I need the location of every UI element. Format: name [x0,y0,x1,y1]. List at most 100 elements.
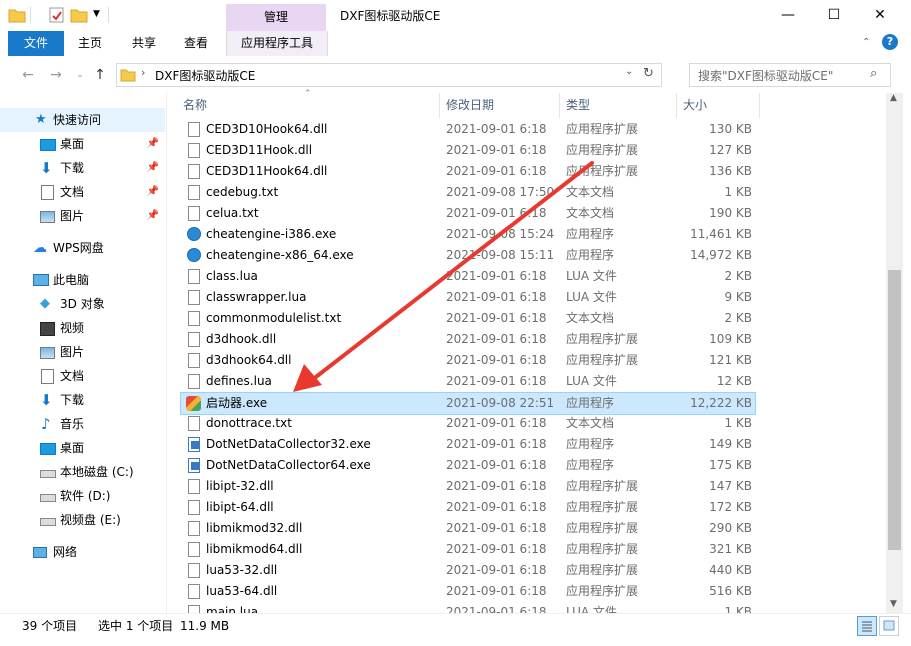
pin-icon[interactable]: 📌 [147,180,159,204]
nav-item-videos[interactable]: 视频 [0,316,165,340]
nav-item-label: 文档 [60,369,85,383]
nav-item-downloads-2[interactable]: ⬇ 下载 [0,388,165,412]
file-row[interactable]: 启动器.exe 2021-09-08 22:51 应用程序 12,222 KB [180,392,756,415]
file-row[interactable]: cedebug.txt 2021-09-08 17:50 文本文档 1 KB [181,182,755,203]
file-row[interactable]: defines.lua 2021-09-01 6:18 LUA 文件 12 KB [181,371,755,392]
nav-item-drive-d[interactable]: 软件 (D:) [0,484,165,508]
large-icons-view-button[interactable] [879,616,899,636]
scroll-up-icon[interactable]: ▲ [890,93,897,103]
nav-item-drive-c[interactable]: 本地磁盘 (C:) [0,460,165,484]
file-size: 136 KB [709,164,752,178]
pin-icon[interactable]: 📌 [147,132,159,156]
nav-item-wps-cloud[interactable]: ☁ WPS网盘 [0,236,165,260]
file-row[interactable]: donottrace.txt 2021-09-01 6:18 文本文档 1 KB [181,413,755,434]
text-file-icon [188,416,200,431]
close-button[interactable]: ✕ [857,0,903,31]
dll-file-icon [188,353,200,368]
file-row[interactable]: DotNetDataCollector64.exe 2021-09-01 6:18… [181,455,755,476]
help-icon[interactable]: ? [882,34,898,50]
column-header-name[interactable]: 名称 [177,93,440,118]
scroll-down-icon[interactable]: ▼ [890,599,897,609]
nav-item-network[interactable]: 网络 [0,540,165,564]
file-date: 2021-09-08 15:11 [446,248,555,262]
column-header-row: ⌃ 名称 修改日期 类型 大小 [177,89,777,118]
nav-item-pictures-2[interactable]: 图片 [0,340,165,364]
nav-item-this-pc[interactable]: 此电脑 [0,268,165,292]
nav-item-drive-e[interactable]: 视频盘 (E:) [0,508,165,532]
pin-icon[interactable]: 📌 [147,156,159,180]
pin-icon[interactable]: 📌 [147,204,159,228]
nav-item-music[interactable]: ♪ 音乐 [0,412,165,436]
tab-file[interactable]: 文件 [8,31,64,56]
search-input[interactable]: 搜索"DXF图标驱动版CE" [698,67,833,84]
file-type: 应用程序扩展 [566,584,639,598]
column-header-date[interactable]: 修改日期 [440,93,560,118]
maximize-button[interactable]: ☐ [811,0,857,31]
pictures-icon [40,347,55,359]
file-row[interactable]: cheatengine-i386.exe 2021-09-08 15:24 应用程序… [181,224,755,245]
nav-item-pictures[interactable]: 图片 📌 [0,204,165,228]
nav-item-documents[interactable]: 文档 📌 [0,180,165,204]
nav-item-label: 下载 [60,161,85,175]
documents-icon [41,185,54,200]
file-row[interactable]: classwrapper.lua 2021-09-01 6:18 LUA 文件 9 K… [181,287,755,308]
file-row[interactable]: class.lua 2021-09-01 6:18 LUA 文件 2 KB [181,266,755,287]
tab-app-tools[interactable]: 应用程序工具 [226,31,328,56]
tab-share[interactable]: 共享 [124,31,164,56]
address-dropdown-icon[interactable]: ⌄ [625,66,633,77]
scrollbar-thumb[interactable] [888,270,901,550]
nav-item-desktop[interactable]: 桌面 📌 [0,132,165,156]
breadcrumb[interactable]: DXF图标驱动版CE [155,67,255,84]
details-view-button[interactable] [857,616,877,636]
file-row[interactable]: lua53-32.dll 2021-09-01 6:18 应用程序扩展 440 KB [181,560,755,581]
file-row[interactable]: DotNetDataCollector32.exe 2021-09-01 6:18… [181,434,755,455]
chevron-down-icon[interactable]: ▼ [93,9,100,19]
column-header-type[interactable]: 类型 [560,93,677,118]
file-type: 文本文档 [566,416,615,430]
star-icon: ★ [35,112,47,127]
up-arrow-icon[interactable]: ↑ [90,66,110,84]
file-row[interactable]: commonmodulelist.txt 2021-09-01 6:18 文本文档 2… [181,308,755,329]
nav-item-3d-objects[interactable]: ◆ 3D 对象 [0,292,165,316]
file-date: 2021-09-01 6:18 [446,206,547,220]
nav-item-documents-2[interactable]: 文档 [0,364,165,388]
file-row[interactable]: CED3D11Hook.dll 2021-09-01 6:18 应用程序扩展 127 … [181,140,755,161]
file-row[interactable]: d3dhook.dll 2021-09-01 6:18 应用程序扩展 109 KB [181,329,755,350]
file-row[interactable]: CED3D11Hook64.dll 2021-09-01 6:18 应用程序扩展 13… [181,161,755,182]
minimize-button[interactable]: — [765,0,811,31]
recent-locations-icon[interactable]: ⌄ [70,66,90,84]
nav-item-desktop-2[interactable]: 桌面 [0,436,165,460]
search-icon[interactable]: ⌕ [870,66,877,81]
tab-home[interactable]: 主页 [70,31,110,56]
file-row[interactable]: libipt-64.dll 2021-09-01 6:18 应用程序扩展 172 KB [181,497,755,518]
folder-icon[interactable] [8,7,26,23]
file-row[interactable]: lua53-64.dll 2021-09-01 6:18 应用程序扩展 516 KB [181,581,755,602]
separator [30,7,31,23]
file-row[interactable]: d3dhook64.dll 2021-09-01 6:18 应用程序扩展 121 KB [181,350,755,371]
selection-size: 11.9 MB [180,619,230,633]
file-row[interactable]: libmikmod64.dll 2021-09-01 6:18 应用程序扩展 321 … [181,539,755,560]
forward-arrow-icon[interactable]: → [46,66,66,84]
nav-item-quick-access[interactable]: ★ 快速访问 [0,108,165,132]
file-row[interactable]: celua.txt 2021-09-01 6:18 文本文档 190 KB [181,203,755,224]
back-arrow-icon[interactable]: ← [18,66,38,84]
manage-tab[interactable]: 管理 [226,4,326,31]
properties-icon[interactable] [48,7,66,23]
search-box[interactable]: 搜索"DXF图标驱动版CE" ⌕ [689,63,891,87]
address-bar[interactable]: › DXF图标驱动版CE ⌄ ↻ [116,63,662,87]
refresh-icon[interactable]: ↻ [643,66,654,81]
new-folder-icon[interactable] [70,7,88,23]
file-row[interactable]: cheatengine-x86_64.exe 2021-09-08 15:11 应用… [181,245,755,266]
file-type: 应用程序扩展 [566,332,639,346]
column-header-size[interactable]: 大小 [677,93,760,118]
tab-view[interactable]: 查看 [176,31,216,56]
file-type: 应用程序扩展 [566,521,639,535]
drive-icon [40,470,56,478]
nav-item-downloads[interactable]: ⬇ 下载 📌 [0,156,165,180]
file-row[interactable]: CED3D10Hook64.dll 2021-09-01 6:18 应用程序扩展 13… [181,119,755,140]
file-size: 175 KB [709,458,752,472]
file-row[interactable]: libmikmod32.dll 2021-09-01 6:18 应用程序扩展 290 … [181,518,755,539]
file-row[interactable]: libipt-32.dll 2021-09-01 6:18 应用程序扩展 147 KB [181,476,755,497]
expand-ribbon-icon[interactable]: ⌃ [862,37,870,48]
network-icon [33,547,47,558]
